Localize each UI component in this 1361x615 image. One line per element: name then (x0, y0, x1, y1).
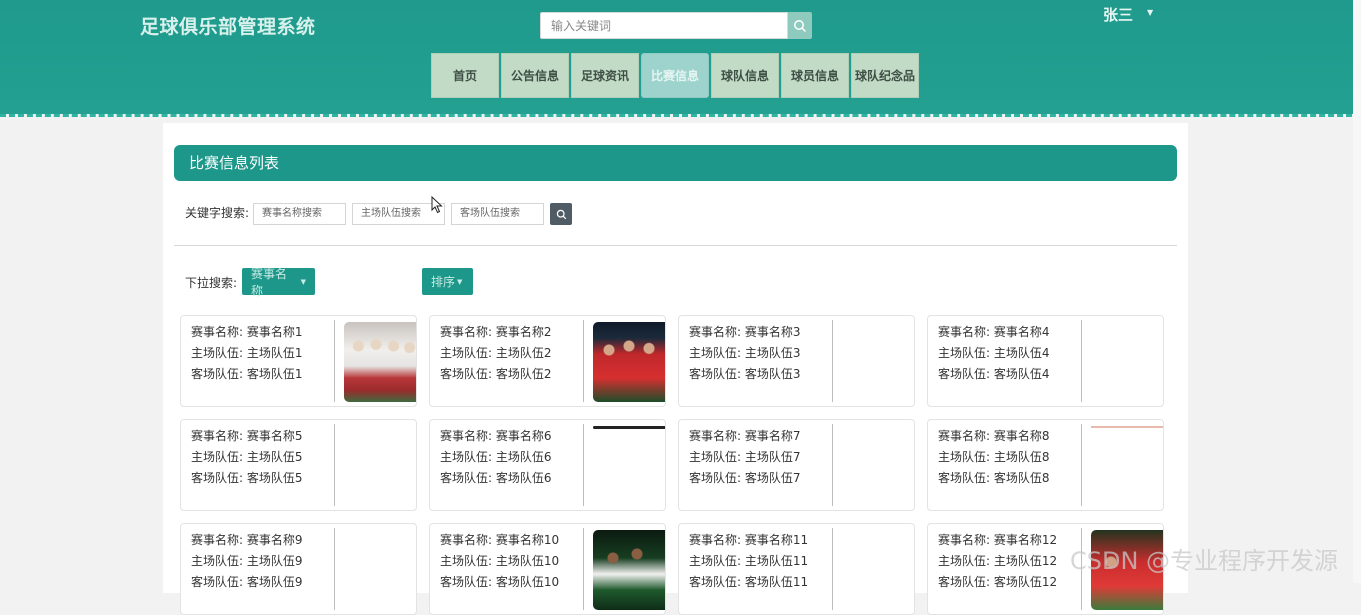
header-divider (0, 114, 1361, 117)
sort-dropdown[interactable]: 排序 ▼ (422, 268, 473, 295)
team-photo[interactable] (1091, 426, 1163, 428)
mouse-cursor-icon (431, 196, 443, 214)
away-team-text: 客场队伍: 客场队伍6 (440, 471, 552, 485)
away-team-search-input[interactable]: 客场队伍搜索 (451, 203, 544, 225)
match-name-text: 赛事名称: 赛事名称7 (689, 429, 801, 443)
match-name-dropdown[interactable]: 赛事名称 ▼ (242, 267, 315, 298)
card-separator (832, 528, 833, 610)
home-team-text: 主场队伍: 主场队伍10 (440, 554, 560, 568)
home-team-text: 主场队伍: 主场队伍11 (689, 554, 809, 568)
away-team-text: 客场队伍: 客场队伍7 (689, 471, 801, 485)
card-separator (583, 528, 584, 610)
away-team-text: 客场队伍: 客场队伍5 (191, 471, 303, 485)
nav-match-info[interactable]: 比赛信息 (641, 53, 709, 98)
site-title: 足球俱乐部管理系统 (140, 16, 316, 38)
card-separator (1081, 424, 1082, 506)
global-search-button[interactable] (788, 12, 812, 39)
search-icon (794, 19, 807, 32)
away-team-text: 客场队伍: 客场队伍3 (689, 367, 801, 381)
keyword-search-label: 关键字搜索: (185, 206, 250, 220)
caret-down-icon: ▼ (300, 277, 306, 286)
match-card[interactable]: 赛事名称: 赛事名称3 主场队伍: 主场队伍3 客场队伍: 客场队伍3 (678, 315, 915, 407)
away-team-text: 客场队伍: 客场队伍8 (938, 471, 1050, 485)
match-card[interactable]: 赛事名称: 赛事名称9 主场队伍: 主场队伍9 客场队伍: 客场队伍9 (180, 523, 417, 615)
team-photo[interactable] (344, 322, 416, 402)
match-card[interactable]: 赛事名称: 赛事名称7 主场队伍: 主场队伍7 客场队伍: 客场队伍7 (678, 419, 915, 511)
home-team-text: 主场队伍: 主场队伍4 (938, 346, 1050, 360)
home-team-text: 主场队伍: 主场队伍3 (689, 346, 801, 360)
match-card[interactable]: 赛事名称: 赛事名称5 主场队伍: 主场队伍5 客场队伍: 客场队伍5 (180, 419, 417, 511)
card-separator (832, 424, 833, 506)
match-card[interactable]: 赛事名称: 赛事名称11 主场队伍: 主场队伍11 客场队伍: 客场队伍11 (678, 523, 915, 615)
match-card[interactable]: 赛事名称: 赛事名称10 主场队伍: 主场队伍10 客场队伍: 客场队伍10 (429, 523, 666, 615)
nav-player-info[interactable]: 球员信息 (781, 53, 849, 98)
card-separator (334, 320, 335, 402)
match-card[interactable]: 赛事名称: 赛事名称4 主场队伍: 主场队伍4 客场队伍: 客场队伍4 (927, 315, 1164, 407)
card-separator (1081, 320, 1082, 402)
match-name-text: 赛事名称: 赛事名称2 (440, 325, 552, 339)
match-card[interactable]: 赛事名称: 赛事名称6 主场队伍: 主场队伍6 客场队伍: 客场队伍6 (429, 419, 666, 511)
team-photo[interactable] (593, 426, 665, 429)
home-team-text: 主场队伍: 主场队伍12 (938, 554, 1058, 568)
home-team-text: 主场队伍: 主场队伍9 (191, 554, 303, 568)
home-team-text: 主场队伍: 主场队伍6 (440, 450, 552, 464)
match-card[interactable]: 赛事名称: 赛事名称1 主场队伍: 主场队伍1 客场队伍: 客场队伍1 (180, 315, 417, 407)
card-separator (334, 528, 335, 610)
nav-team-info[interactable]: 球队信息 (711, 53, 779, 98)
card-separator (583, 424, 584, 506)
match-name-text: 赛事名称: 赛事名称11 (689, 533, 809, 547)
team-photo[interactable] (593, 530, 665, 610)
match-name-text: 赛事名称: 赛事名称3 (689, 325, 801, 339)
away-team-text: 客场队伍: 客场队伍2 (440, 367, 552, 381)
card-separator (334, 424, 335, 506)
match-name-text: 赛事名称: 赛事名称5 (191, 429, 303, 443)
nav-football-news[interactable]: 足球资讯 (571, 53, 639, 98)
home-team-text: 主场队伍: 主场队伍2 (440, 346, 552, 360)
match-card[interactable]: 赛事名称: 赛事名称8 主场队伍: 主场队伍8 客场队伍: 客场队伍8 (927, 419, 1164, 511)
dropdown-search-label: 下拉搜索: (185, 276, 238, 290)
caret-down-icon[interactable]: ▼ (1147, 8, 1153, 17)
user-menu-name[interactable]: 张三 (1103, 4, 1133, 25)
match-name-text: 赛事名称: 赛事名称8 (938, 429, 1050, 443)
main-nav: 首页 公告信息 足球资讯 比赛信息 球队信息 球员信息 球队纪念品 (431, 53, 919, 98)
keyword-search-button[interactable] (550, 203, 572, 225)
watermark: CSDN @专业程序开发源 (1070, 547, 1339, 575)
match-name-text: 赛事名称: 赛事名称6 (440, 429, 552, 443)
card-separator (832, 320, 833, 402)
match-name-text: 赛事名称: 赛事名称9 (191, 533, 303, 547)
away-team-text: 客场队伍: 客场队伍1 (191, 367, 303, 381)
match-name-text: 赛事名称: 赛事名称4 (938, 325, 1050, 339)
search-icon (556, 209, 566, 219)
match-name-text: 赛事名称: 赛事名称12 (938, 533, 1058, 547)
home-team-text: 主场队伍: 主场队伍5 (191, 450, 303, 464)
caret-down-icon: ▼ (457, 277, 463, 286)
sort-label: 排序 (431, 275, 456, 289)
card-separator (583, 320, 584, 402)
match-name-text: 赛事名称: 赛事名称1 (191, 325, 303, 339)
nav-team-souvenirs[interactable]: 球队纪念品 (851, 53, 919, 98)
team-photo[interactable] (593, 322, 665, 402)
home-team-text: 主场队伍: 主场队伍8 (938, 450, 1050, 464)
list-title: 比赛信息列表 (174, 145, 1177, 181)
nav-home[interactable]: 首页 (431, 53, 499, 98)
scrollbar[interactable] (1353, 0, 1361, 583)
match-name-search-input[interactable]: 赛事名称搜索 (253, 203, 346, 225)
home-team-text: 主场队伍: 主场队伍7 (689, 450, 801, 464)
match-card[interactable]: 赛事名称: 赛事名称2 主场队伍: 主场队伍2 客场队伍: 客场队伍2 (429, 315, 666, 407)
home-team-text: 主场队伍: 主场队伍1 (191, 346, 303, 360)
top-header: 足球俱乐部管理系统 输入关键词 张三 ▼ 首页 公告信息 足球资讯 比赛信息 球… (0, 0, 1361, 114)
section-divider (174, 245, 1177, 246)
global-search-input[interactable]: 输入关键词 (540, 12, 788, 39)
dropdown-label: 赛事名称 (251, 266, 288, 298)
match-name-text: 赛事名称: 赛事名称10 (440, 533, 560, 547)
away-team-text: 客场队伍: 客场队伍4 (938, 367, 1050, 381)
nav-announcements[interactable]: 公告信息 (501, 53, 569, 98)
